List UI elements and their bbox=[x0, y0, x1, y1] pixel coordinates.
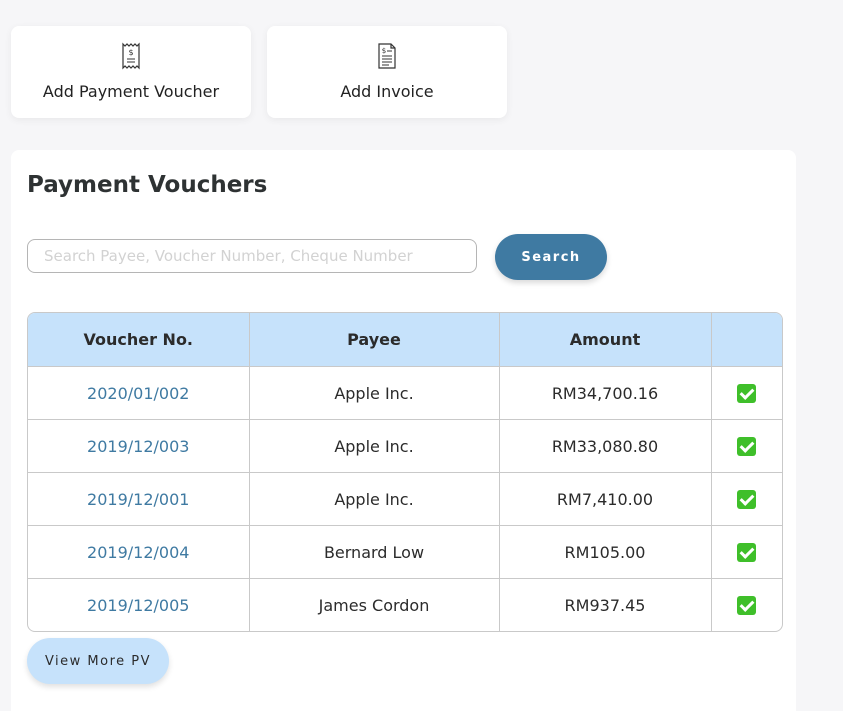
invoice-document-icon: $ bbox=[378, 43, 396, 69]
payee-cell: Apple Inc. bbox=[249, 366, 500, 420]
status-cell bbox=[711, 579, 782, 632]
check-icon bbox=[737, 437, 757, 456]
add-payment-voucher-card[interactable]: $ Add Payment Voucher bbox=[11, 26, 251, 118]
amount-cell: RM105.00 bbox=[499, 525, 712, 579]
table-row: 2019/12/001 Apple Inc. RM7,410.00 bbox=[28, 472, 782, 526]
svg-text:$: $ bbox=[382, 47, 386, 55]
payee-cell: Apple Inc. bbox=[249, 472, 500, 526]
search-input[interactable] bbox=[27, 239, 477, 273]
voucher-number-link[interactable]: 2020/01/002 bbox=[28, 366, 250, 420]
payee-cell: Apple Inc. bbox=[249, 419, 500, 473]
status-cell bbox=[711, 419, 782, 473]
page: $ Add Payment Voucher $ Add Invoice Paym… bbox=[0, 0, 843, 711]
vouchers-table: Voucher No. Payee Amount 2020/01/002 App… bbox=[27, 312, 783, 632]
payment-vouchers-panel: Payment Vouchers Search Voucher No. Paye… bbox=[11, 150, 796, 711]
amount-cell: RM34,700.16 bbox=[499, 366, 712, 420]
voucher-number-link[interactable]: 2019/12/004 bbox=[28, 525, 250, 579]
amount-cell: RM33,080.80 bbox=[499, 419, 712, 473]
view-more-pv-button[interactable]: View More PV bbox=[27, 638, 169, 684]
column-header-status bbox=[711, 313, 782, 367]
amount-cell: RM7,410.00 bbox=[499, 472, 712, 526]
voucher-number-link[interactable]: 2019/12/003 bbox=[28, 419, 250, 473]
column-header-payee: Payee bbox=[249, 313, 500, 367]
table-row: 2020/01/002 Apple Inc. RM34,700.16 bbox=[28, 366, 782, 420]
status-cell bbox=[711, 525, 782, 579]
check-icon bbox=[737, 490, 757, 509]
svg-text:$: $ bbox=[128, 48, 133, 57]
search-button[interactable]: Search bbox=[495, 234, 607, 280]
column-header-amount: Amount bbox=[499, 313, 712, 367]
payee-cell: Bernard Low bbox=[249, 525, 500, 579]
voucher-number-link[interactable]: 2019/12/001 bbox=[28, 472, 250, 526]
table-header-row: Voucher No. Payee Amount bbox=[28, 313, 782, 367]
receipt-icon: $ bbox=[122, 42, 140, 70]
status-cell bbox=[711, 366, 782, 420]
column-header-voucher-no: Voucher No. bbox=[28, 313, 250, 367]
add-invoice-label: Add Invoice bbox=[340, 82, 434, 101]
add-invoice-card[interactable]: $ Add Invoice bbox=[267, 26, 507, 118]
table-row: 2019/12/003 Apple Inc. RM33,080.80 bbox=[28, 419, 782, 473]
amount-cell: RM937.45 bbox=[499, 578, 712, 631]
table-row: 2019/12/004 Bernard Low RM105.00 bbox=[28, 525, 782, 579]
payee-cell: James Cordon bbox=[249, 578, 500, 631]
page-title: Payment Vouchers bbox=[27, 172, 268, 198]
check-icon bbox=[737, 596, 757, 615]
status-cell bbox=[711, 472, 782, 526]
add-payment-voucher-label: Add Payment Voucher bbox=[42, 82, 220, 101]
check-icon bbox=[737, 384, 757, 403]
check-icon bbox=[737, 543, 757, 562]
table-row: 2019/12/005 James Cordon RM937.45 bbox=[28, 578, 782, 632]
voucher-number-link[interactable]: 2019/12/005 bbox=[28, 578, 250, 631]
